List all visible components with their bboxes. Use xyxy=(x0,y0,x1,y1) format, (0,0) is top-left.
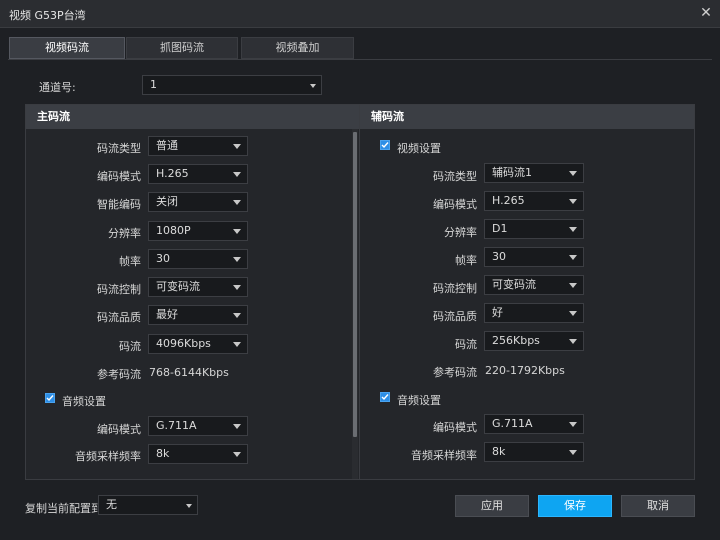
field-label: 分辨率 xyxy=(108,227,141,240)
copy-config-select[interactable]: 无 xyxy=(98,495,198,515)
chevron-down-icon xyxy=(233,424,241,429)
chevron-down-icon xyxy=(186,504,192,508)
check-icon xyxy=(381,394,389,401)
sub-audio-label: 音频设置 xyxy=(397,394,441,407)
chevron-down-icon xyxy=(569,227,577,232)
chevron-down-icon xyxy=(233,144,241,149)
field-label: 码流品质 xyxy=(97,311,141,324)
field-label: 音频采样频率 xyxy=(75,450,141,463)
title-bar xyxy=(0,0,720,28)
scrollbar-thumb[interactable] xyxy=(353,132,357,437)
sub-framerate-select[interactable]: 30 xyxy=(484,247,584,267)
tab-video-overlay[interactable]: 视频叠加 xyxy=(241,37,354,59)
field-label: 编码模式 xyxy=(97,423,141,436)
main-stream-type-select[interactable]: 普通 xyxy=(148,136,248,156)
sub-video-checkbox[interactable] xyxy=(380,140,390,150)
chevron-down-icon xyxy=(233,342,241,347)
check-icon xyxy=(46,395,54,402)
field-label: 码流控制 xyxy=(97,283,141,296)
sub-audio-checkbox[interactable] xyxy=(380,392,390,402)
copy-config-label: 复制当前配置到 xyxy=(25,502,102,515)
chevron-down-icon xyxy=(569,311,577,316)
channel-select[interactable]: 1 xyxy=(142,75,322,95)
field-label: 码流 xyxy=(455,338,477,351)
chevron-down-icon xyxy=(233,257,241,262)
window-title: 视频 G53P台湾 xyxy=(9,9,86,22)
ref-bitrate-value: 768-6144Kbps xyxy=(149,366,229,379)
chevron-down-icon xyxy=(233,229,241,234)
field-label: 帧率 xyxy=(119,255,141,268)
field-label: 码流类型 xyxy=(97,142,141,155)
close-icon[interactable]: ✕ xyxy=(698,5,714,21)
main-audio-sample-select[interactable]: 8k xyxy=(148,444,248,464)
main-resolution-select[interactable]: 1080P xyxy=(148,221,248,241)
channel-label: 通道号: xyxy=(39,81,76,94)
field-label: 分辨率 xyxy=(444,226,477,239)
chevron-down-icon xyxy=(233,285,241,290)
tab-snapshot-stream[interactable]: 抓图码流 xyxy=(126,37,238,59)
sub-encode-mode-select[interactable]: H.265 xyxy=(484,191,584,211)
sub-audio-sample-select[interactable]: 8k xyxy=(484,442,584,462)
field-label: 码流品质 xyxy=(433,310,477,323)
field-label: 码流类型 xyxy=(433,170,477,183)
field-label: 音频采样频率 xyxy=(411,449,477,462)
chevron-down-icon xyxy=(569,422,577,427)
ref-bitrate-value: 220-1792Kbps xyxy=(485,364,565,377)
tab-video-stream[interactable]: 视频码流 xyxy=(9,37,125,59)
main-smart-encode-select[interactable]: 关闭 xyxy=(148,192,248,212)
chevron-down-icon xyxy=(569,199,577,204)
chevron-down-icon xyxy=(233,452,241,457)
chevron-down-icon xyxy=(569,283,577,288)
main-audio-label: 音频设置 xyxy=(62,395,106,408)
chevron-down-icon xyxy=(569,450,577,455)
field-label: 帧率 xyxy=(455,254,477,267)
chevron-down-icon xyxy=(310,84,316,88)
main-framerate-select[interactable]: 30 xyxy=(148,249,248,269)
field-label: 码流控制 xyxy=(433,282,477,295)
field-label: 码流 xyxy=(119,340,141,353)
chevron-down-icon xyxy=(233,313,241,318)
ref-bitrate-label: 参考码流 xyxy=(97,368,141,381)
chevron-down-icon xyxy=(569,255,577,260)
sub-bitrate-control-select[interactable]: 可变码流 xyxy=(484,275,584,295)
apply-button[interactable]: 应用 xyxy=(455,495,529,517)
sub-video-label: 视频设置 xyxy=(397,142,441,155)
field-label: 编码模式 xyxy=(97,170,141,183)
main-bitrate-select[interactable]: 4096Kbps xyxy=(148,334,248,354)
main-bitrate-control-select[interactable]: 可变码流 xyxy=(148,277,248,297)
field-label: 编码模式 xyxy=(433,198,477,211)
chevron-down-icon xyxy=(569,339,577,344)
tabs-divider xyxy=(8,59,712,60)
main-quality-select[interactable]: 最好 xyxy=(148,305,248,325)
field-label: 智能编码 xyxy=(97,198,141,211)
save-button[interactable]: 保存 xyxy=(538,495,612,517)
main-audio-encode-select[interactable]: G.711A xyxy=(148,416,248,436)
main-stream-header: 主码流 xyxy=(26,105,359,129)
sub-bitrate-select[interactable]: 256Kbps xyxy=(484,331,584,351)
sub-stream-type-select[interactable]: 辅码流1 xyxy=(484,163,584,183)
main-audio-checkbox[interactable] xyxy=(45,393,55,403)
field-label: 编码模式 xyxy=(433,421,477,434)
sub-resolution-select[interactable]: D1 xyxy=(484,219,584,239)
main-encode-mode-select[interactable]: H.265 xyxy=(148,164,248,184)
chevron-down-icon xyxy=(233,200,241,205)
sub-stream-header: 辅码流 xyxy=(360,105,694,129)
check-icon xyxy=(381,142,389,149)
chevron-down-icon xyxy=(233,172,241,177)
chevron-down-icon xyxy=(569,171,577,176)
cancel-button[interactable]: 取消 xyxy=(621,495,695,517)
sub-audio-encode-select[interactable]: G.711A xyxy=(484,414,584,434)
ref-bitrate-label: 参考码流 xyxy=(433,366,477,379)
sub-quality-select[interactable]: 好 xyxy=(484,303,584,323)
